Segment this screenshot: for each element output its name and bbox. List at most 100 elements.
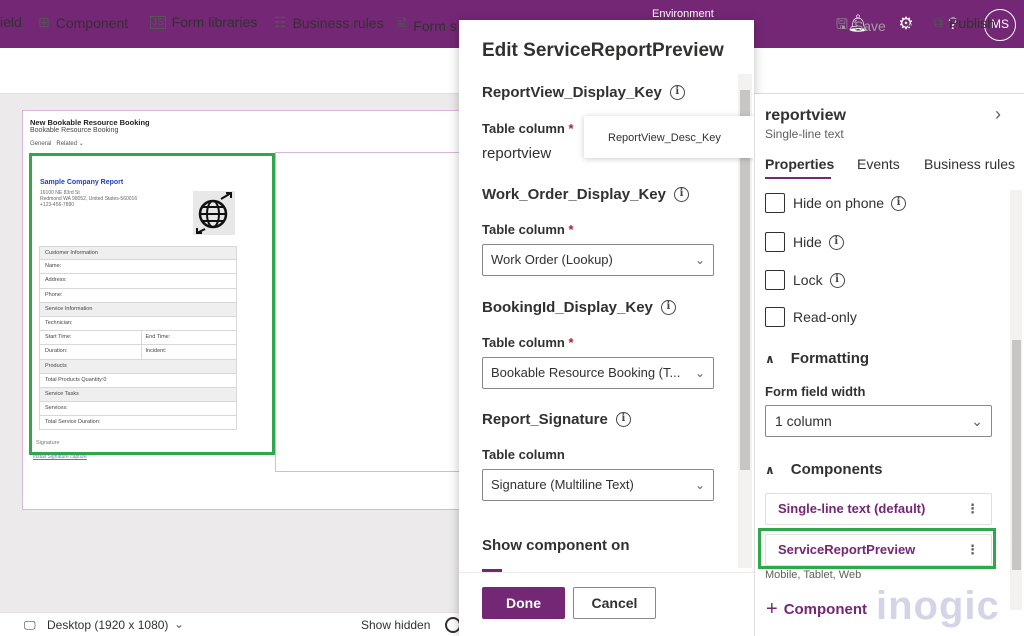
- table-row: Services:: [39, 402, 237, 417]
- read-only-checkbox[interactable]: [765, 307, 785, 327]
- report-signature-label: Report_Signature i: [482, 411, 631, 428]
- select-value: 1 column: [775, 413, 832, 429]
- table-column-label: Table column *: [482, 121, 574, 136]
- info-icon[interactable]: i: [615, 412, 631, 427]
- chevron-down-icon: ⌄: [694, 253, 705, 267]
- field-label: Work_Order_Display_Key: [482, 186, 666, 203]
- row-label: Name:: [45, 263, 62, 270]
- tab-related[interactable]: Related: [56, 141, 77, 147]
- add-component-button[interactable]: + Component: [766, 598, 867, 621]
- form-field-width-select[interactable]: 1 column ⌄: [765, 405, 992, 437]
- more-options-icon[interactable]: ⋮: [966, 494, 979, 524]
- lock-label: Lock i: [793, 272, 845, 288]
- row-label: Technician:: [45, 319, 73, 326]
- info-icon[interactable]: i: [829, 272, 845, 288]
- panel-scroll-thumb[interactable]: [1012, 340, 1021, 570]
- add-field-button[interactable]: ield: [0, 14, 22, 30]
- business-rules-label: Business rules: [292, 14, 384, 31]
- section-title: Components: [790, 461, 883, 478]
- field-label: BookingId_Display_Key: [482, 299, 653, 316]
- row-label: Customer Information: [45, 250, 98, 256]
- components-section-header[interactable]: ∧ Components: [765, 461, 882, 478]
- field-type: Single-line text: [765, 127, 844, 141]
- publish-label: Publish: [949, 14, 995, 31]
- tab-events[interactable]: Events: [857, 156, 900, 172]
- component-item[interactable]: Single-line text (default) ⋮: [765, 493, 992, 525]
- add-component-label: Component: [783, 601, 868, 618]
- select-value: Bookable Resource Booking (T...: [491, 365, 681, 380]
- info-icon[interactable]: i: [669, 85, 685, 100]
- row-label: End Time:: [140, 331, 237, 345]
- device-size-selector[interactable]: Desktop (1920 x 1080): [47, 618, 168, 632]
- save-button[interactable]: 🖫︎ Save: [836, 14, 886, 38]
- table-row: Customer Information: [39, 246, 237, 261]
- section-title: Formatting: [790, 350, 870, 367]
- field-sublabel: Table column: [482, 121, 565, 136]
- info-icon[interactable]: i: [660, 300, 676, 315]
- tab-business-rules[interactable]: Business rules: [924, 156, 1015, 172]
- checkbox-label: Lock: [793, 272, 823, 288]
- form-header: New Bookable Resource Booking Bookable R…: [30, 118, 150, 134]
- form-field-width-label: Form field width: [765, 384, 866, 399]
- hide-on-phone-checkbox[interactable]: [765, 193, 785, 213]
- info-icon[interactable]: i: [891, 195, 907, 211]
- component-button[interactable]: ⊞ Component: [38, 14, 128, 31]
- show-component-on-label: Show component on: [482, 537, 630, 554]
- publish-button[interactable]: ⧉ Publish: [933, 14, 995, 31]
- table-row: Total Service Duration:: [39, 416, 237, 431]
- read-only-label: Read-only: [793, 309, 857, 325]
- form-settings-button[interactable]: 🗎︎ Form s: [396, 14, 457, 38]
- cancel-button[interactable]: Cancel: [573, 587, 656, 619]
- table-column-label: Table column: [482, 447, 565, 462]
- chevron-down-icon: ⌄: [174, 617, 185, 631]
- table-row: Service Information: [39, 302, 237, 317]
- save-dropdown-chevron[interactable]: ⌄: [903, 14, 915, 31]
- hide-label: Hide i: [793, 234, 844, 250]
- form-libraries-label: Form libraries: [171, 14, 258, 30]
- chevron-up-icon: ∧: [765, 462, 775, 477]
- signature-select[interactable]: Signature (Multiline Text) ⌄: [482, 469, 714, 501]
- report-title: Sample Company Report: [40, 179, 124, 186]
- info-icon[interactable]: i: [828, 234, 844, 250]
- hide-on-phone-label: Hide on phone i: [793, 195, 907, 211]
- row-label: Service Information: [45, 305, 93, 312]
- formatting-section-header[interactable]: ∧ Formatting: [765, 350, 869, 367]
- address-line: +123-456-7890: [40, 202, 75, 208]
- hide-checkbox[interactable]: [765, 232, 785, 252]
- add-field-label: ield: [0, 14, 22, 30]
- row-label: Services:: [45, 405, 68, 412]
- row-label: Phone:: [45, 291, 63, 298]
- field-sublabel: Table column: [482, 335, 565, 350]
- required-indicator: *: [568, 335, 574, 350]
- booking-select[interactable]: Bookable Resource Booking (T... ⌄: [482, 357, 714, 389]
- work-order-select[interactable]: Work Order (Lookup) ⌄: [482, 244, 714, 276]
- business-rules-button[interactable]: ☷ Business rules: [274, 14, 384, 31]
- desktop-icon: 🖵︎: [24, 618, 36, 632]
- component-devices: Mobile, Tablet, Web: [765, 569, 862, 581]
- table-row: Technician:: [39, 316, 237, 332]
- lock-checkbox[interactable]: [765, 270, 785, 290]
- checkbox-label: Read-only: [793, 309, 857, 325]
- chevron-up-icon: ∧: [765, 351, 775, 366]
- form-subtitle: Bookable Resource Booking: [30, 127, 119, 134]
- save-icon: 🖫︎: [836, 16, 848, 32]
- form-libraries-button[interactable]: JS Form libraries: [150, 14, 257, 30]
- checkbox-label: Hide on phone: [793, 195, 885, 211]
- select-value: Signature (Multiline Text): [491, 477, 634, 492]
- done-button[interactable]: Done: [482, 587, 565, 619]
- info-tooltip: ReportView_Desc_Key: [584, 116, 754, 158]
- required-indicator: *: [568, 121, 574, 136]
- tab-properties[interactable]: Properties: [765, 156, 834, 172]
- form-settings-icon: 🗎︎: [396, 16, 408, 32]
- tab-general[interactable]: General: [30, 141, 51, 147]
- table-column-label: Table column *: [482, 335, 574, 350]
- reportview-value: reportview: [482, 145, 552, 162]
- row-label: Total Products Quantity:0: [45, 376, 107, 383]
- chevron-right-icon[interactable]: ›: [995, 104, 1001, 125]
- signature-link[interactable]: Install Signature capture: [33, 454, 87, 460]
- info-icon[interactable]: i: [673, 187, 689, 202]
- row-label: Duration:: [45, 348, 68, 355]
- row-label: Service Tasks: [45, 390, 79, 397]
- field-sublabel: Table column: [482, 447, 565, 462]
- table-row: Duration: Incident:: [39, 345, 237, 360]
